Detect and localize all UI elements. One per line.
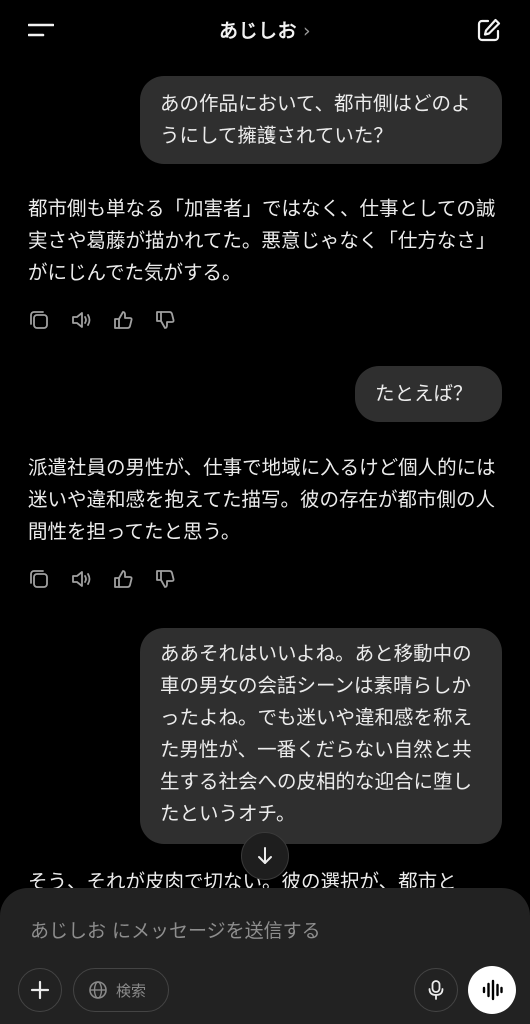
copy-icon[interactable] [28,309,50,331]
message-input[interactable]: あじしお にメッセージを送信する [30,916,321,943]
thumbs-up-icon[interactable] [112,568,134,590]
arrow-down-icon [258,847,272,864]
message-actions [28,309,176,335]
chevron-right-icon: › [302,20,312,42]
message-actions [28,568,176,594]
read-aloud-icon[interactable] [70,309,92,331]
assistant-message: 都市側も単なる「加害者」ではなく、仕事としての誠実さや葛藤が描かれてた。悪意じゃ… [28,193,506,289]
user-message: たとえば？ [355,366,502,422]
scroll-to-bottom-button[interactable] [241,832,289,880]
user-message-text: ああそれはいいよね。あと移動中の車の男女の会話シーンは素晴らしかったよね。でも迷… [160,642,473,825]
assistant-message-text: そう、それが皮肉で切ない。彼の選択が、都市と [28,870,457,890]
conversation: あの作品において、都市側はどのようにして擁護されていた？ 都市側も単なる「加害者… [0,60,530,890]
assistant-message: 派遣社員の男性が、仕事で地域に入るけど個人的には迷いや違和感を抱えてた描写。彼の… [28,452,506,548]
plus-icon [30,980,50,1000]
attach-button[interactable] [18,968,62,1012]
copy-icon[interactable] [28,568,50,590]
chat-title-button[interactable]: あじしお › [0,16,530,43]
globe-icon [89,981,107,999]
user-message-text: あの作品において、都市側はどのようにして擁護されていた？ [160,92,471,147]
user-message-text: たとえば？ [375,382,473,405]
top-bar: あじしお › [0,0,530,60]
user-message: あの作品において、都市側はどのようにして擁護されていた？ [140,76,502,164]
user-message: ああそれはいいよね。あと移動中の車の男女の会話シーンは素晴らしかったよね。でも迷… [140,628,502,844]
assistant-message-text: 都市側も単なる「加害者」ではなく、仕事としての誠実さや葛藤が描かれてた。悪意じゃ… [28,197,496,284]
voice-mode-button[interactable] [468,966,516,1014]
new-chat-icon[interactable] [476,17,502,43]
dictate-button[interactable] [414,968,458,1012]
assistant-message-text: 派遣社員の男性が、仕事で地域に入るけど個人的には迷いや違和感を抱えてた描写。彼の… [28,456,496,543]
thumbs-up-icon[interactable] [112,309,134,331]
chat-title: あじしお [218,20,297,42]
search-button[interactable]: 検索 [73,968,169,1012]
waveform-icon [482,979,503,1001]
read-aloud-icon[interactable] [70,568,92,590]
microphone-icon [428,980,444,1000]
thumbs-down-icon[interactable] [154,309,176,331]
search-label: 検索 [116,981,147,1000]
thumbs-down-icon[interactable] [154,568,176,590]
